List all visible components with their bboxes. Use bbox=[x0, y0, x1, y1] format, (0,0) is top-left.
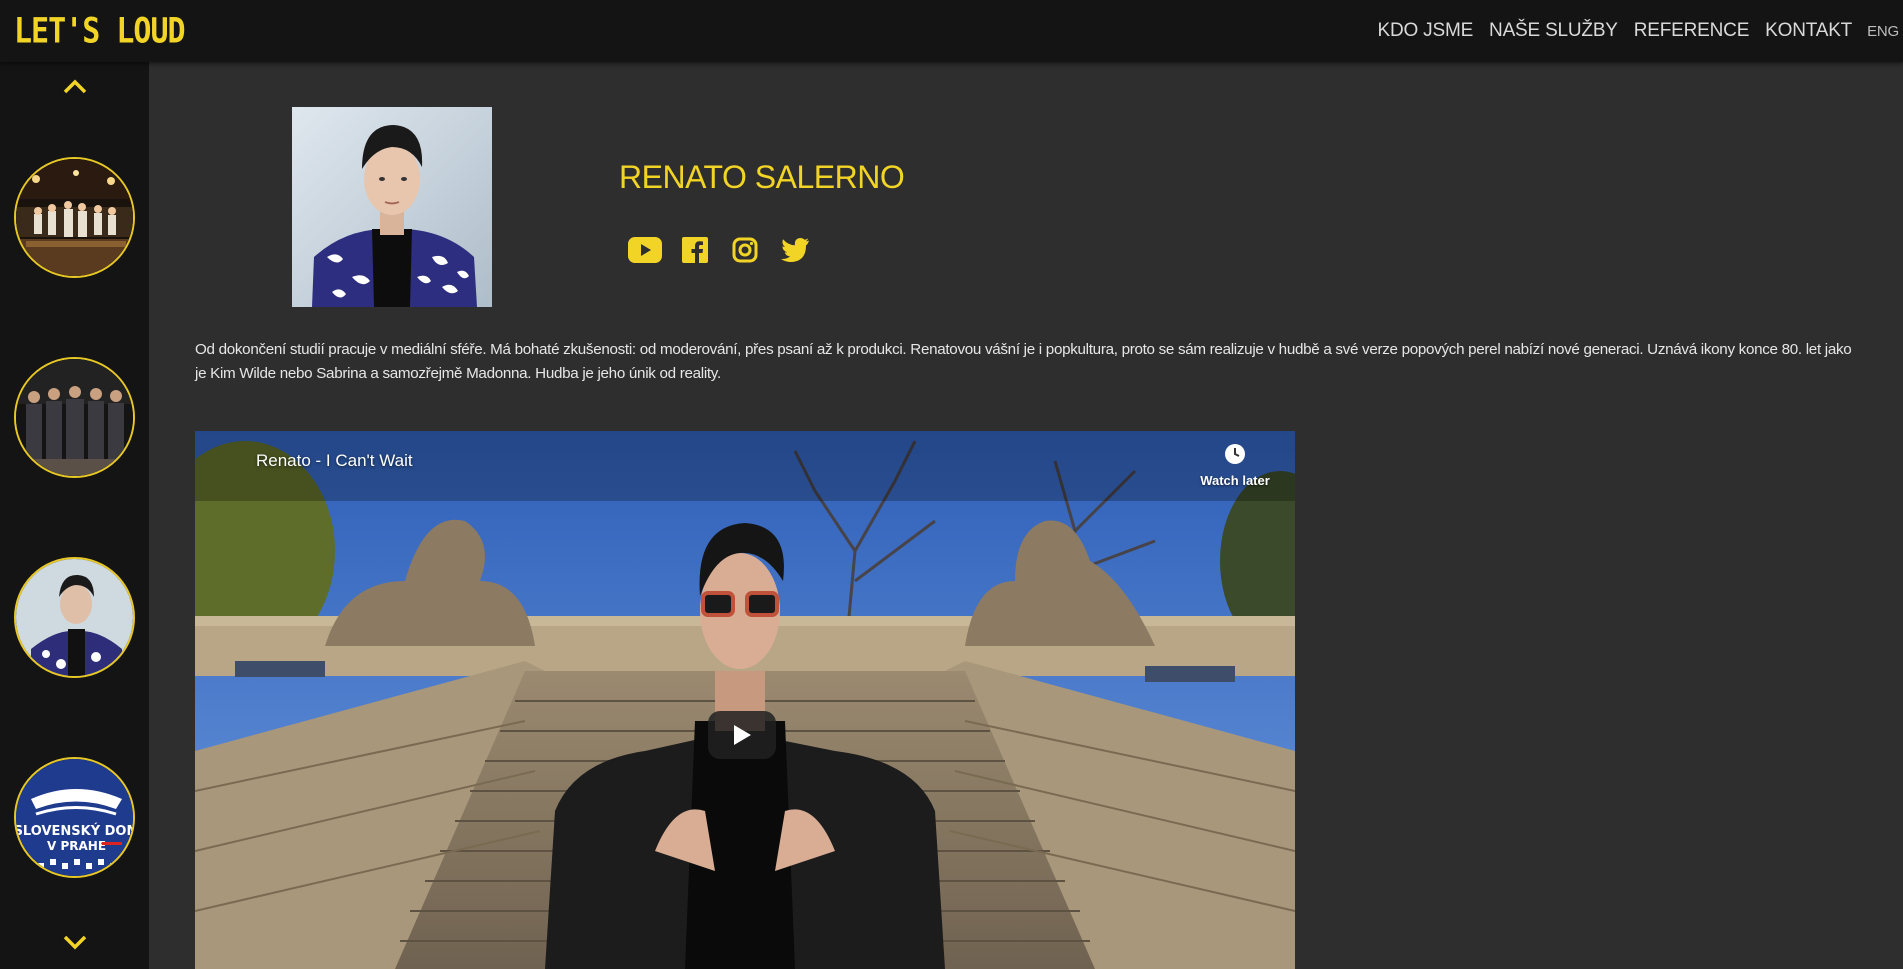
slovensky-dom-logo: SLOVENSKÝ DOM V PRAHE bbox=[16, 759, 135, 876]
facebook-link[interactable] bbox=[677, 234, 713, 266]
watch-later-button[interactable]: Watch later bbox=[1195, 443, 1275, 488]
instagram-link[interactable] bbox=[727, 234, 763, 266]
profile-bio: Od dokončení studií pracuje v mediální s… bbox=[195, 341, 1852, 382]
sidebar-thumb-orchestra[interactable] bbox=[14, 157, 135, 278]
slovensky-dom-text-1: SLOVENSKÝ DOM bbox=[16, 823, 135, 839]
twitter-link[interactable] bbox=[777, 234, 813, 266]
watch-later-label: Watch later bbox=[1200, 473, 1270, 488]
scroll-up-button[interactable] bbox=[61, 72, 89, 100]
youtube-icon bbox=[628, 237, 662, 263]
sidebar-thumb-band[interactable] bbox=[14, 357, 135, 478]
instagram-icon bbox=[732, 237, 758, 263]
sidebar: SLOVENSKÝ DOM V PRAHE bbox=[0, 62, 149, 969]
play-icon bbox=[734, 725, 751, 745]
nav-item-nase-sluzby[interactable]: NAŠE SLUŽBY bbox=[1489, 20, 1618, 42]
sidebar-thumb-slovensky-dom[interactable]: SLOVENSKÝ DOM V PRAHE bbox=[14, 757, 135, 878]
profile-name: RENATO SALERNO bbox=[619, 159, 905, 195]
main-content: RENATO SALERNO Od dokončení studií pracu… bbox=[149, 62, 1903, 969]
scroll-down-button[interactable] bbox=[61, 928, 89, 956]
social-links bbox=[627, 234, 827, 266]
clock-icon bbox=[1225, 444, 1245, 464]
youtube-video-player[interactable]: Renato - I Can't Wait Watch later bbox=[195, 431, 1295, 969]
main-nav: KDO JSME NAŠE SLUŽBY REFERENCE KONTAKT E… bbox=[1362, 0, 1900, 62]
band-image bbox=[16, 359, 133, 476]
top-header: LET'S LOUD KDO JSME NAŠE SLUŽBY REFERENC… bbox=[0, 0, 1903, 62]
youtube-link[interactable] bbox=[627, 234, 663, 266]
chevron-down-icon bbox=[63, 935, 87, 950]
twitter-icon bbox=[781, 238, 809, 262]
video-thumbnail bbox=[195, 431, 1295, 969]
video-title[interactable]: Renato - I Can't Wait bbox=[256, 451, 413, 471]
renato-image bbox=[16, 559, 133, 676]
sidebar-thumb-renato[interactable] bbox=[14, 557, 135, 678]
orchestra-image bbox=[16, 159, 133, 276]
slovensky-dom-text-2: V PRAHE bbox=[47, 839, 106, 853]
play-button[interactable] bbox=[708, 711, 776, 759]
site-logo[interactable]: LET'S LOUD bbox=[14, 11, 186, 51]
nav-item-kdo-jsme[interactable]: KDO JSME bbox=[1378, 20, 1474, 42]
chevron-up-icon bbox=[63, 79, 87, 94]
nav-item-kontakt[interactable]: KONTAKT bbox=[1765, 20, 1852, 42]
nav-item-reference[interactable]: REFERENCE bbox=[1634, 20, 1750, 42]
language-switch[interactable]: ENG bbox=[1867, 23, 1899, 40]
facebook-icon bbox=[682, 237, 708, 263]
profile-portrait bbox=[292, 107, 492, 307]
